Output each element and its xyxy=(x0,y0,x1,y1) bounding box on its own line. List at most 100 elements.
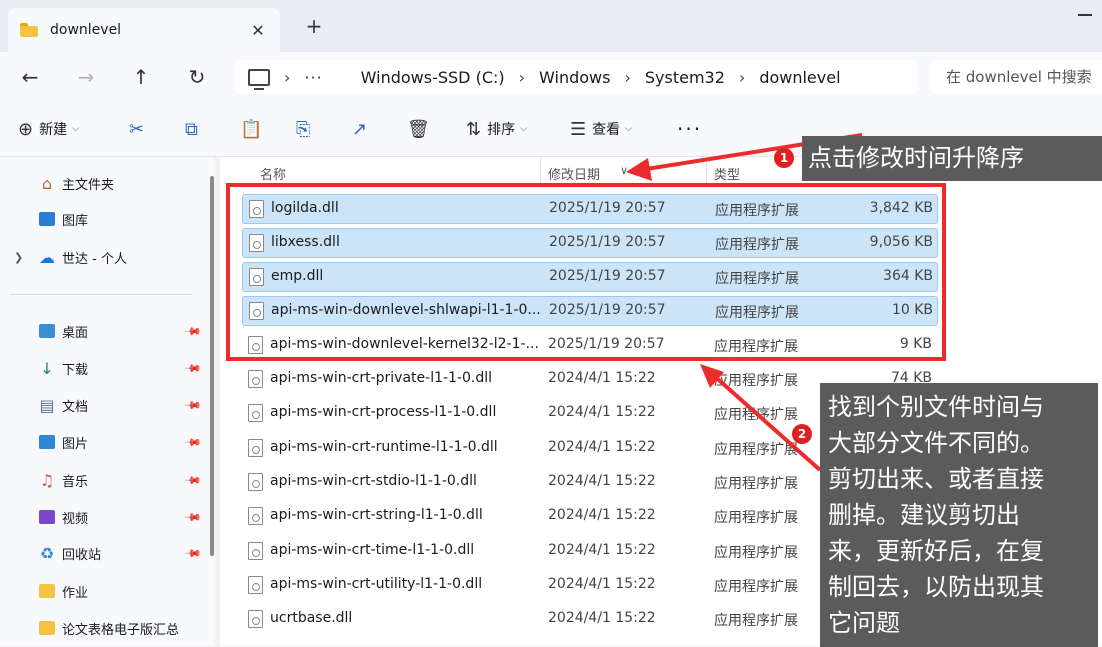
sidebar-item-music[interactable]: ♫ 音乐 📌 xyxy=(0,465,210,495)
pin-icon[interactable]: 📌 xyxy=(183,396,202,415)
file-date: 2024/4/1 15:22 xyxy=(548,404,656,420)
file-date: 2024/4/1 15:22 xyxy=(548,439,656,455)
file-name: api-ms-win-crt-runtime-l1-1-0.dll xyxy=(270,439,498,455)
file-name: api-ms-win-crt-private-l1-1-0.dll xyxy=(270,370,493,386)
address-bar[interactable]: › ··· Windows-SSD (C:) › Windows › Syste… xyxy=(234,60,918,94)
sidebar-item-downloads[interactable]: ↓ 下载 📌 xyxy=(0,353,210,383)
breadcrumb-windows[interactable]: Windows xyxy=(539,68,610,87)
home-icon: ⌂ xyxy=(41,173,53,193)
more-icon: ··· xyxy=(677,117,703,141)
sidebar-item-onedrive[interactable]: ❯ ☁ 世达 - 个人 xyxy=(0,242,210,272)
sort-caret-icon: ∨ xyxy=(620,164,629,177)
file-name: api-ms-win-crt-time-l1-1-0.dll xyxy=(270,542,475,558)
pictures-icon xyxy=(38,433,56,451)
new-tab-button[interactable]: + xyxy=(302,14,326,38)
view-button[interactable]: ☰ 查看 ⌵ xyxy=(570,116,632,142)
tab-downlevel[interactable]: downlevel ✕ xyxy=(8,8,280,52)
sidebar-scrollbar[interactable] xyxy=(210,176,214,556)
sort-button[interactable]: ⇅ 排序 ⌵ xyxy=(466,116,527,142)
breadcrumb-overflow[interactable]: ··· xyxy=(304,68,322,87)
pin-icon[interactable]: 📌 xyxy=(183,359,202,378)
dll-file-icon xyxy=(248,542,263,560)
dll-file-icon xyxy=(248,610,263,628)
pin-icon[interactable]: 📌 xyxy=(183,544,202,563)
paste-icon: 📋 xyxy=(240,118,263,140)
back-arrow-icon[interactable]: ← xyxy=(16,64,44,90)
dll-file-icon xyxy=(248,576,263,594)
minimize-icon[interactable] xyxy=(1078,14,1092,16)
callout-line: 来，更新好后，在复 xyxy=(828,537,1044,565)
dll-file-icon xyxy=(248,473,263,491)
chevron-down-icon: ⌵ xyxy=(72,124,79,134)
file-type: 应用程序扩展 xyxy=(714,545,798,561)
column-header-date[interactable]: 修改日期 xyxy=(548,164,600,183)
search-input[interactable] xyxy=(944,67,1102,87)
file-name: api-ms-win-crt-string-l1-1-0.dll xyxy=(270,507,483,523)
chevron-right-icon[interactable]: ❯ xyxy=(14,251,23,264)
file-name: api-ms-win-crt-process-l1-1-0.dll xyxy=(270,404,497,420)
sidebar-item-documents[interactable]: ▤ 文档 📌 xyxy=(0,390,210,420)
sidebar-item-videos[interactable]: 视频 📌 xyxy=(0,502,210,532)
sidebar-item-home[interactable]: ⌂ 主文件夹 xyxy=(0,168,210,198)
chevron-right-icon[interactable]: › xyxy=(519,68,525,87)
callout-line: 删掉。建议剪切出 xyxy=(828,501,1020,529)
sort-icon: ⇅ xyxy=(466,118,482,140)
tab-title: downlevel xyxy=(50,22,122,38)
dll-file-icon xyxy=(248,404,263,422)
dll-file-icon xyxy=(248,507,263,525)
sidebar-item-desktop[interactable]: 桌面 📌 xyxy=(0,316,210,346)
new-button[interactable]: ⊕ 新建 ⌵ xyxy=(18,116,79,142)
chevron-right-icon[interactable]: › xyxy=(624,68,630,87)
share-button[interactable]: ↗ xyxy=(352,116,367,142)
file-type: 应用程序扩展 xyxy=(714,510,798,526)
onedrive-cloud-icon: ☁ xyxy=(39,247,55,267)
callout-instructions: 找到个别文件时间与 大部分文件不同的。 剪切出来、或者直接 删掉。建议剪切出 来，更新好… xyxy=(820,383,1098,647)
file-type: 应用程序扩展 xyxy=(714,442,798,458)
cut-button[interactable]: ✂ xyxy=(129,116,144,142)
column-header-type[interactable]: 类型 xyxy=(714,164,740,183)
column-header-name[interactable]: 名称 xyxy=(260,164,286,183)
chevron-down-icon: ⌵ xyxy=(520,124,527,134)
more-options-button[interactable]: ··· xyxy=(677,116,702,142)
delete-button[interactable]: 🗑 xyxy=(407,116,430,142)
file-name: ucrtbase.dll xyxy=(270,610,353,626)
file-name: api-ms-win-crt-utility-l1-1-0.dll xyxy=(270,576,483,592)
file-type: 应用程序扩展 xyxy=(714,613,798,629)
copy-button[interactable]: ⧉ xyxy=(185,116,198,142)
breadcrumb-system32[interactable]: System32 xyxy=(645,68,725,87)
pin-icon[interactable]: 📌 xyxy=(183,508,202,527)
paste-button[interactable]: 📋 xyxy=(240,116,262,142)
pin-icon[interactable]: 📌 xyxy=(183,433,202,452)
callout-line: 找到个别文件时间与 xyxy=(828,393,1044,421)
search-box[interactable] xyxy=(930,60,1102,94)
file-date: 2024/4/1 15:22 xyxy=(548,507,656,523)
sidebar-item-recycle-bin[interactable]: ♻ 回收站 📌 xyxy=(0,538,210,568)
pin-icon[interactable]: 📌 xyxy=(183,322,202,341)
rename-button[interactable]: ⎘ xyxy=(296,116,310,142)
chevron-right-icon[interactable]: › xyxy=(739,68,745,87)
breadcrumb-drive[interactable]: Windows-SSD (C:) xyxy=(361,68,505,87)
scissors-icon: ✂ xyxy=(129,118,145,140)
sidebar-item-gallery[interactable]: 图库 xyxy=(0,204,210,234)
file-type: 应用程序扩展 xyxy=(714,579,798,595)
up-arrow-icon[interactable]: ↑ xyxy=(127,64,155,90)
dll-file-icon xyxy=(248,370,263,388)
folder-icon xyxy=(20,23,38,37)
sidebar-item-thesis-folder[interactable]: 论文表格电子版汇总 xyxy=(0,613,210,643)
file-date: 2024/4/1 15:22 xyxy=(548,542,656,558)
close-tab-icon[interactable]: ✕ xyxy=(246,18,270,42)
documents-icon: ▤ xyxy=(39,395,55,415)
copy-icon: ⧉ xyxy=(185,118,198,140)
sidebar-item-homework[interactable]: 作业 xyxy=(0,576,210,606)
music-icon: ♫ xyxy=(39,470,55,490)
file-name: api-ms-win-crt-stdio-l1-1-0.dll xyxy=(270,473,477,489)
sidebar-item-pictures[interactable]: 图片 📌 xyxy=(0,427,210,457)
forward-arrow-icon[interactable]: → xyxy=(72,64,100,90)
pin-icon[interactable]: 📌 xyxy=(183,471,202,490)
tab-strip: downlevel ✕ + xyxy=(0,0,1102,52)
step-2-badge: 2 xyxy=(792,424,812,444)
refresh-icon[interactable]: ↻ xyxy=(183,64,211,90)
chevron-right-icon[interactable]: › xyxy=(284,68,290,87)
breadcrumb-downlevel[interactable]: downlevel xyxy=(759,68,840,87)
navigation-bar: ← → ↑ ↻ › ··· Windows-SSD (C:) › Windows… xyxy=(0,52,1102,102)
